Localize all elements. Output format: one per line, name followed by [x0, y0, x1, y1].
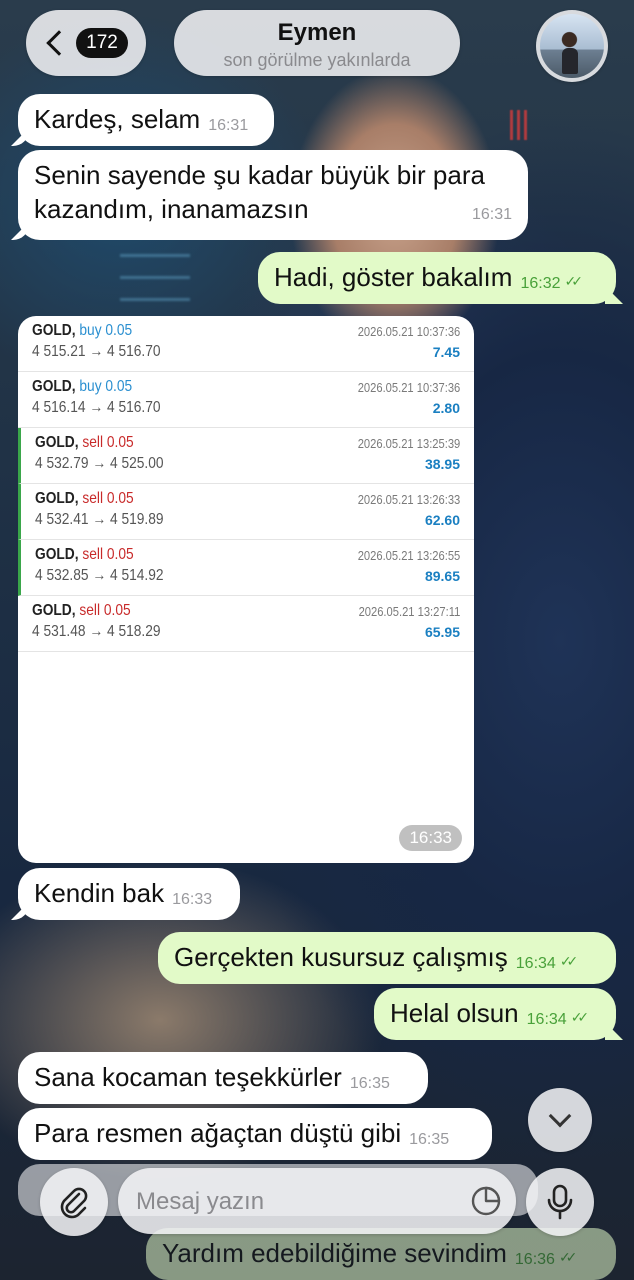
image-message-trade-history[interactable]: GOLD, buy 0.05 4 515.21 → 4 516.70 2026.… — [18, 316, 474, 863]
microphone-icon — [547, 1184, 573, 1220]
attach-button[interactable] — [40, 1168, 108, 1236]
sticker-icon[interactable] — [470, 1185, 502, 1217]
trade-row: GOLD, buy 0.05 4 515.21 → 4 516.70 2026.… — [18, 316, 474, 372]
message-time: 16:32 — [520, 275, 561, 292]
trade-date: 2026.05.21 13:26:55 — [357, 548, 460, 563]
chevron-down-icon — [548, 1104, 572, 1128]
trade-row: GOLD, sell 0.05 4 532.79 → 4 525.00 2026… — [18, 428, 474, 484]
message-bubble-outgoing[interactable]: Helal olsun 16:34 ✓✓ — [374, 988, 616, 1040]
trade-symbol: GOLD, sell 0.05 — [32, 602, 131, 619]
message-text: Gerçekten kusursuz çalışmış — [174, 942, 508, 972]
trade-symbol: GOLD, buy 0.05 — [32, 322, 133, 339]
trade-symbol: GOLD, sell 0.05 — [35, 434, 134, 451]
message-time: 16:36 — [514, 1251, 555, 1268]
message-time: 16:33 — [172, 891, 213, 908]
message-text: Kardeş, selam — [34, 104, 201, 134]
message-time: 16:31 — [208, 117, 249, 134]
paperclip-icon — [60, 1187, 88, 1219]
trade-prices: 4 515.21 → 4 516.70 — [32, 343, 161, 360]
message-time: 16:33 — [399, 825, 462, 851]
double-check-icon: ✓✓ — [564, 273, 584, 289]
trade-prices: 4 532.85 → 4 514.92 — [35, 567, 164, 584]
trade-prices: 4 532.79 → 4 525.00 — [35, 455, 164, 472]
trade-side: sell 0.05 — [82, 434, 134, 451]
trade-date: 2026.05.21 10:37:36 — [357, 380, 460, 395]
trade-profit: 89.65 — [424, 568, 460, 584]
trade-date: 2026.05.21 13:27:11 — [358, 604, 460, 619]
trade-profit: 65.95 — [424, 624, 460, 640]
avatar-image — [540, 14, 604, 78]
message-text: Senin sayende şu kadar büyük bir para — [34, 160, 485, 190]
trade-profit: 38.95 — [424, 456, 460, 472]
message-text: Kendin bak — [34, 878, 165, 908]
contact-name: Eymen — [277, 19, 357, 46]
message-input[interactable]: Mesaj yazın — [118, 1168, 516, 1234]
back-button[interactable]: 172 — [26, 10, 146, 76]
message-bubble-incoming[interactable]: Kardeş, selam 16:31 — [18, 94, 274, 146]
chevron-left-icon — [46, 30, 72, 56]
chat-header-title[interactable]: Eymen son görülme yakınlarda — [174, 10, 460, 76]
message-text: Yardım edebildiğime sevindim — [162, 1238, 507, 1268]
trade-symbol: GOLD, sell 0.05 — [35, 490, 134, 507]
trade-profit: 62.60 — [424, 512, 460, 528]
message-bubble-outgoing[interactable]: Hadi, göster bakalım 16:32 ✓✓ — [258, 252, 616, 304]
unread-count-badge: 172 — [76, 28, 128, 58]
message-time: 16:34 — [526, 1011, 567, 1028]
avatar[interactable] — [536, 10, 608, 82]
trade-row: GOLD, sell 0.05 4 532.85 → 4 514.92 2026… — [18, 540, 474, 596]
double-check-icon: ✓✓ — [558, 1249, 578, 1265]
message-time: 16:31 — [471, 206, 512, 223]
message-input-placeholder: Mesaj yazın — [136, 1188, 265, 1215]
trade-row: GOLD, sell 0.05 4 531.48 → 4 518.29 2026… — [18, 596, 474, 652]
message-bubble-incoming[interactable]: Kendin bak 16:33 — [18, 868, 240, 920]
trade-side: sell 0.05 — [82, 546, 134, 563]
trade-side: sell 0.05 — [82, 490, 134, 507]
wallpaper-detail — [510, 110, 530, 140]
message-bubble-outgoing[interactable]: Gerçekten kusursuz çalışmış 16:34 ✓✓ — [158, 932, 616, 984]
trade-date: 2026.05.21 10:37:36 — [357, 324, 460, 339]
trade-row: GOLD, sell 0.05 4 532.41 → 4 519.89 2026… — [18, 484, 474, 540]
message-bubble-incoming[interactable]: Senin sayende şu kadar büyük bir para ka… — [18, 150, 528, 240]
trade-row: GOLD, buy 0.05 4 516.14 → 4 516.70 2026.… — [18, 372, 474, 428]
trade-date: 2026.05.21 13:26:33 — [357, 492, 460, 507]
voice-message-button[interactable] — [526, 1168, 594, 1236]
double-check-icon: ✓✓ — [570, 1009, 590, 1025]
trade-prices: 4 532.41 → 4 519.89 — [35, 511, 164, 528]
message-text: Sana kocaman teşekkürler — [34, 1062, 342, 1092]
message-time: 16:35 — [349, 1075, 390, 1092]
trade-prices: 4 516.14 → 4 516.70 — [32, 399, 161, 416]
double-check-icon: ✓✓ — [559, 953, 579, 969]
message-time: 16:34 — [515, 955, 556, 972]
message-bubble-outgoing[interactable]: Yardım edebildiğime sevindim 16:36 ✓✓ — [146, 1228, 616, 1280]
trade-prices: 4 531.48 → 4 518.29 — [32, 623, 161, 640]
message-text: Helal olsun — [390, 998, 519, 1028]
trade-profit: 2.80 — [432, 400, 460, 416]
trade-side: buy 0.05 — [79, 378, 133, 395]
trade-side: sell 0.05 — [79, 602, 131, 619]
scroll-to-bottom-button[interactable] — [528, 1088, 592, 1152]
message-time: 16:35 — [409, 1131, 450, 1148]
trade-profit: 7.45 — [432, 344, 460, 360]
trade-symbol: GOLD, sell 0.05 — [35, 546, 134, 563]
message-text: kazandım, inanamazsın — [34, 194, 309, 224]
message-text: Hadi, göster bakalım — [274, 262, 513, 292]
message-bubble-incoming[interactable]: Sana kocaman teşekkürler 16:35 — [18, 1052, 428, 1104]
message-bubble-incoming[interactable]: Para resmen ağaçtan düştü gibi 16:35 — [18, 1108, 492, 1160]
trade-symbol: GOLD, buy 0.05 — [32, 378, 133, 395]
message-text: Para resmen ağaçtan düştü gibi — [34, 1118, 402, 1148]
contact-status: son görülme yakınlarda — [223, 50, 411, 70]
trade-side: buy 0.05 — [79, 322, 133, 339]
trade-date: 2026.05.21 13:25:39 — [357, 436, 460, 451]
